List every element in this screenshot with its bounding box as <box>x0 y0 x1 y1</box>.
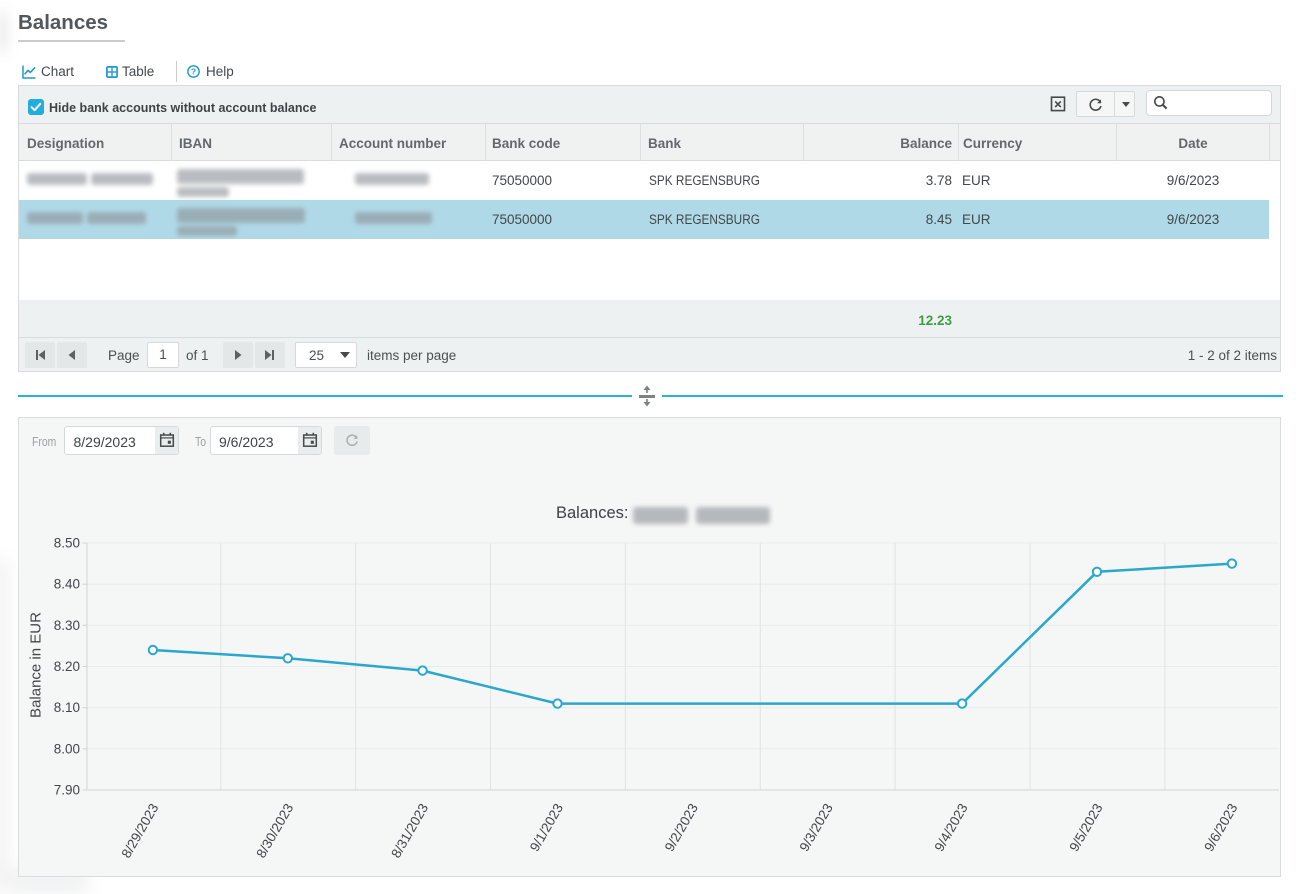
svg-text:9/1/2023: 9/1/2023 <box>527 801 566 854</box>
svg-text:8.10: 8.10 <box>54 700 80 715</box>
svg-text:8.00: 8.00 <box>54 741 80 756</box>
svg-text:9/6/2023: 9/6/2023 <box>1201 801 1240 854</box>
svg-text:9/2/2023: 9/2/2023 <box>662 801 701 854</box>
svg-text:9/3/2023: 9/3/2023 <box>797 801 836 854</box>
svg-text:?: ? <box>191 67 196 77</box>
svg-text:7.90: 7.90 <box>54 783 80 798</box>
svg-text:8/31/2023: 8/31/2023 <box>388 801 431 861</box>
svg-text:8.20: 8.20 <box>54 659 80 674</box>
svg-text:9/5/2023: 9/5/2023 <box>1066 801 1105 854</box>
svg-text:8.40: 8.40 <box>54 577 80 592</box>
svg-text:8/30/2023: 8/30/2023 <box>253 801 296 861</box>
svg-text:8.30: 8.30 <box>54 618 80 633</box>
svg-text:8/29/2023: 8/29/2023 <box>118 801 161 861</box>
svg-text:8.50: 8.50 <box>54 536 80 551</box>
svg-text:Balance in EUR: Balance in EUR <box>28 612 45 718</box>
svg-text:9/4/2023: 9/4/2023 <box>931 801 970 854</box>
